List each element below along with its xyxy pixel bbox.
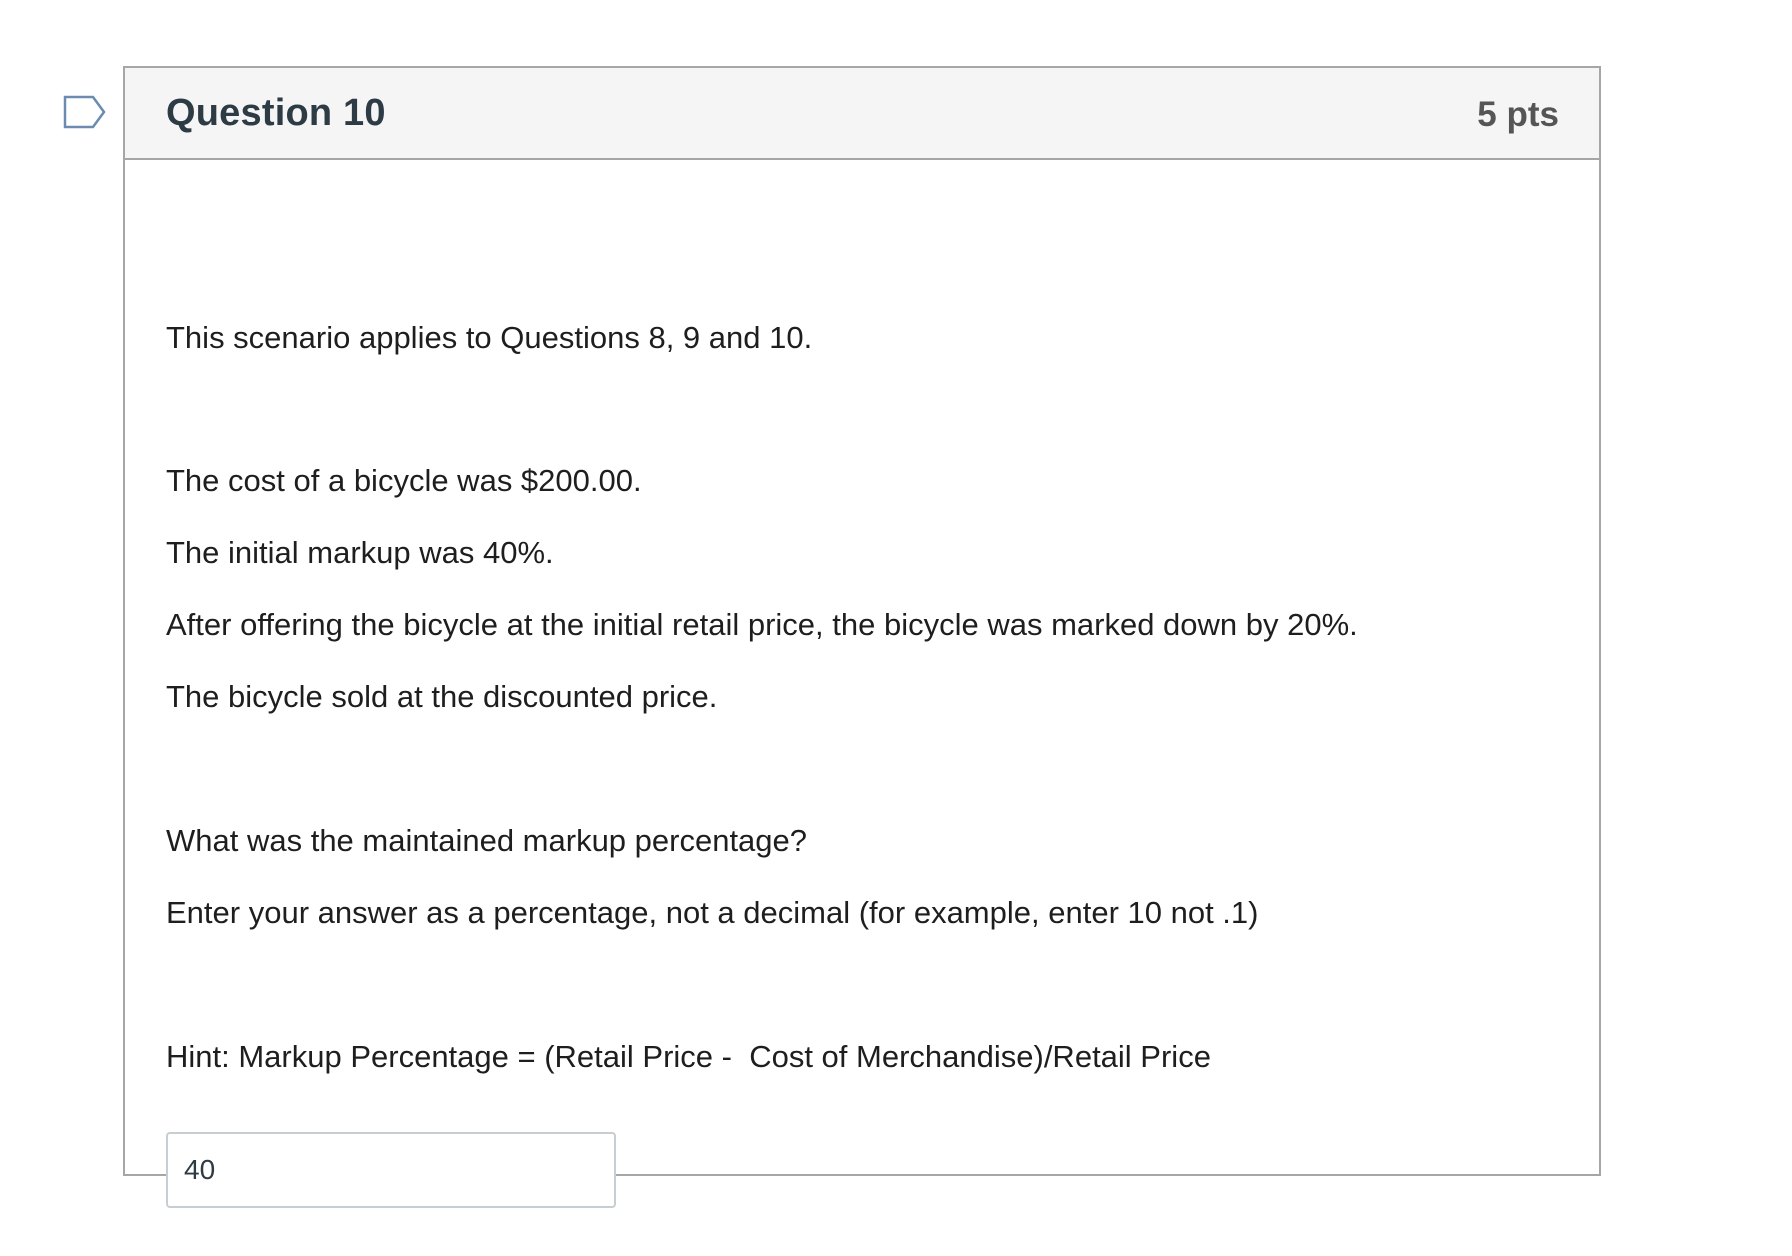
sold-text: The bicycle sold at the discounted price… xyxy=(166,679,718,714)
scenario-text: This scenario applies to Questions 8, 9 … xyxy=(166,320,813,355)
question-title: Question 10 xyxy=(166,92,386,134)
answer-input[interactable] xyxy=(166,1132,616,1208)
markdown-text: After offering the bicycle at the initia… xyxy=(166,607,1358,642)
question-points: 5 pts xyxy=(1477,95,1559,134)
question-card: Question 10 5 pts This scenario applies … xyxy=(123,66,1601,1208)
question-header: Question 10 5 pts xyxy=(125,68,1599,160)
instruction-text: Enter your answer as a percentage, not a… xyxy=(166,895,1259,930)
cost-text: The cost of a bicycle was $200.00. xyxy=(166,463,642,498)
question-text: What was the maintained markup percentag… xyxy=(166,823,808,858)
markup-text: The initial markup was 40%. xyxy=(166,535,554,570)
bookmark-flag-icon[interactable] xyxy=(63,95,107,129)
hint-text: Hint: Markup Percentage = (Retail Price … xyxy=(166,1039,1211,1074)
